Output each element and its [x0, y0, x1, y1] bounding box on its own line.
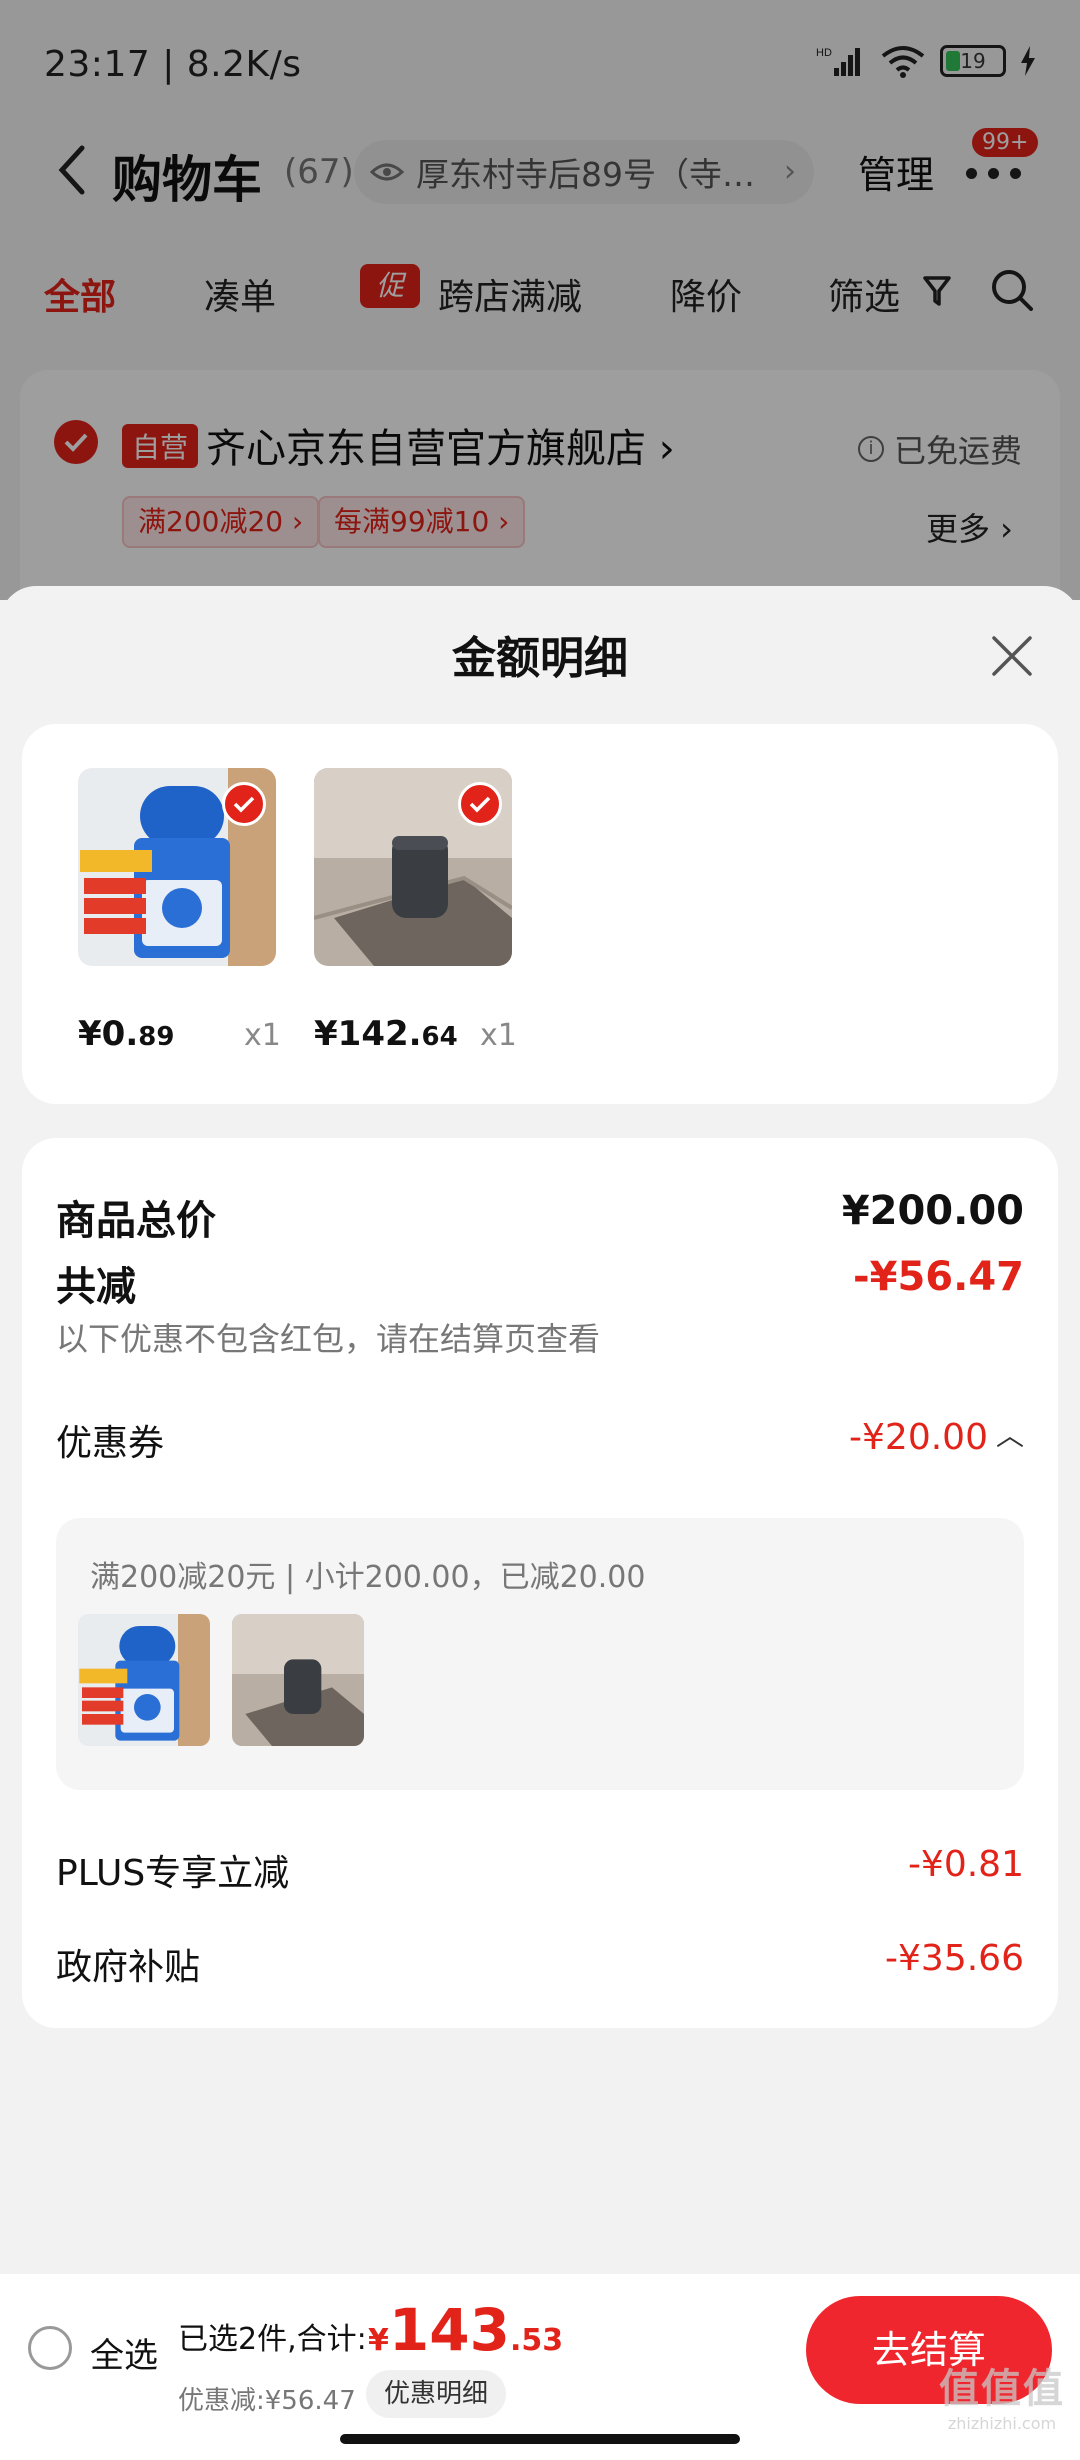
coupon-value: -¥20.00 — [849, 1417, 988, 1458]
discount-summary: 优惠减:¥56.47 — [178, 2386, 356, 2416]
home-indicator[interactable] — [340, 2434, 740, 2444]
total-price: ¥143.53 — [368, 2296, 564, 2364]
modal-overlay[interactable] — [0, 0, 1080, 600]
product-check-icon[interactable] — [458, 782, 502, 826]
product-thumbnail[interactable] — [314, 768, 512, 966]
coupon-description: 满200减20元 | 小计200.00，已减20.00 — [90, 1560, 646, 1595]
watermark: 值值值 zhizhizhi.com — [932, 2356, 1072, 2433]
battery-icon: 19 — [940, 45, 1006, 77]
watermark-logo: 值值值 — [939, 2366, 1065, 2412]
gov-subsidy-label: 政府补贴 — [56, 1947, 201, 1988]
select-all-radio[interactable] — [28, 2326, 72, 2370]
selected-products-card: ¥0.89 x1 ¥142.64 x1 — [22, 724, 1058, 1104]
gov-subsidy-value: -¥35.66 — [885, 1938, 1024, 1979]
plus-discount-value: -¥0.81 — [907, 1844, 1024, 1885]
plus-discount-label: PLUS专享立减 — [56, 1853, 290, 1894]
product-quantity: x1 — [244, 1018, 281, 1053]
product-price: ¥142.64 — [314, 1014, 458, 1054]
select-all-label[interactable]: 全选 — [90, 2328, 158, 2377]
total-value: ¥200.00 — [841, 1188, 1024, 1234]
price-breakdown-card: 商品总价 ¥200.00 共减 -¥56.47 以下优惠不包含红包，请在结算页查… — [22, 1138, 1058, 2028]
close-icon[interactable] — [990, 634, 1034, 678]
reduction-label: 共减 — [56, 1264, 136, 1310]
reduction-value: -¥56.47 — [853, 1254, 1024, 1300]
selected-summary: 已选2件,合计: — [178, 2322, 367, 2357]
sheet-title: 金额明细 — [452, 633, 628, 684]
battery-level: 19 — [960, 49, 986, 73]
reduction-note: 以下优惠不包含红包，请在结算页查看 — [56, 1320, 601, 1358]
product-quantity: x1 — [480, 1018, 517, 1053]
discount-detail-button[interactable]: 优惠明细 — [366, 2370, 507, 2418]
checkout-bar: 全选 已选2件,合计: ¥143.53 优惠减:¥56.47 优惠明细 去结算 — [0, 2274, 1080, 2460]
coupon-row-toggle[interactable]: -¥20.00 ︿ — [849, 1414, 1024, 1458]
product-price: ¥0.89 — [78, 1014, 175, 1054]
coupon-detail-box: 满200减20元 | 小计200.00，已减20.00 — [56, 1518, 1024, 1790]
total-label: 商品总价 — [56, 1198, 216, 1244]
chevron-up-icon: ︿ — [995, 1419, 1024, 1452]
coupon-label: 优惠券 — [56, 1423, 165, 1464]
coupon-product-thumbnail — [78, 1614, 210, 1746]
product-check-icon[interactable] — [222, 782, 266, 826]
coupon-product-thumbnail — [232, 1614, 364, 1746]
amount-detail-sheet: 金额明细 ¥0.89 x1 ¥142.64 x1 商品总价 ¥200.00 共减… — [0, 586, 1080, 2286]
product-thumbnail[interactable] — [78, 768, 276, 966]
watermark-url: zhizhizhi.com — [947, 2414, 1057, 2433]
